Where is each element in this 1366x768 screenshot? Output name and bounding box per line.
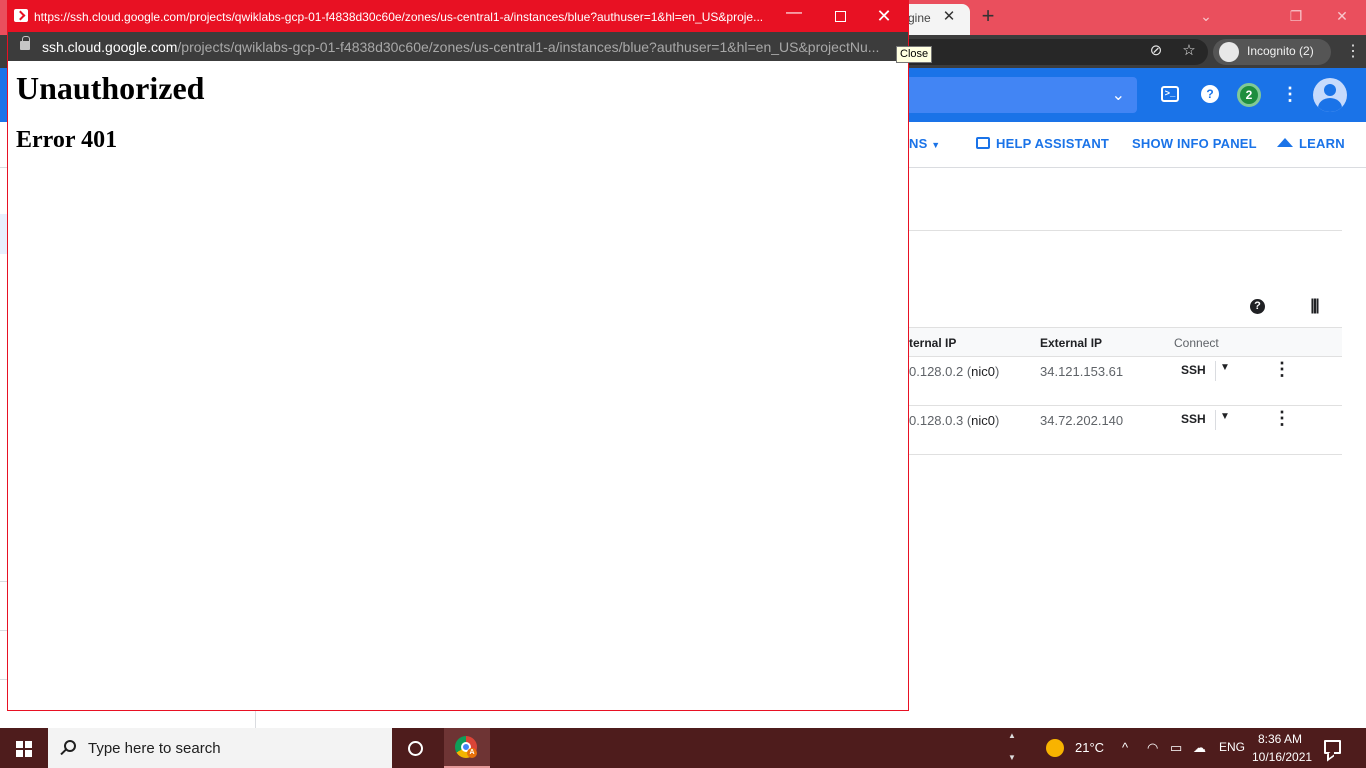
- vm-table: ternal IP External IP Connect 0.128.0.2 …: [909, 327, 1342, 455]
- notification-icon[interactable]: [1324, 740, 1341, 754]
- help-assistant-button[interactable]: HELP ASSISTANT: [976, 136, 1109, 151]
- profile-badge-icon: A: [467, 748, 477, 758]
- eye-off-icon[interactable]: ⊘: [1146, 41, 1166, 61]
- nic-link[interactable]: nic0: [971, 364, 995, 379]
- new-tab-button[interactable]: +: [976, 5, 1000, 29]
- window-close-icon[interactable]: ✕: [1322, 4, 1362, 28]
- chevron-up-icon[interactable]: ^: [1122, 740, 1128, 755]
- action-partial-label: NS: [909, 136, 928, 151]
- more-vert-icon[interactable]: ⋮: [1278, 82, 1302, 106]
- column-display-icon[interactable]: |||: [1305, 297, 1323, 315]
- show-info-panel-button[interactable]: SHOW INFO PANEL: [1132, 136, 1257, 151]
- windows-logo-icon: [16, 741, 32, 757]
- ssh-separator: [1215, 361, 1216, 381]
- clock-time[interactable]: 8:36 AM: [1258, 732, 1302, 746]
- ssh-dropdown-icon[interactable]: ▼: [1220, 411, 1230, 422]
- ssh-dropdown-icon[interactable]: ▼: [1220, 362, 1230, 373]
- ssh-separator: [1215, 410, 1216, 430]
- tab-close-icon[interactable]: ✕: [940, 8, 958, 26]
- content-divider: [909, 230, 1342, 231]
- notifications-badge[interactable]: 2: [1237, 83, 1261, 107]
- nic-link[interactable]: nic0: [971, 413, 995, 428]
- close-tooltip: Close: [896, 46, 933, 63]
- internal-ip-value: 0.128.0.3: [909, 413, 964, 428]
- url-path: /projects/qwiklabs-gcp-01-f4838d30c60e/z…: [177, 39, 880, 55]
- search-placeholder: Type here to search: [88, 740, 221, 757]
- maximize-icon[interactable]: [828, 5, 852, 27]
- chat-icon: [976, 137, 990, 149]
- popup-address-bar: ssh.cloud.google.com/projects/qwiklabs-g…: [8, 32, 908, 61]
- table-header: ternal IP External IP Connect: [909, 327, 1342, 357]
- external-ip: 34.72.202.140: [1040, 413, 1124, 428]
- ssh-button[interactable]: SSH: [1181, 363, 1206, 377]
- taskbar-scroll[interactable]: ▲ ▼: [1003, 728, 1021, 768]
- internal-ip-value: 0.128.0.2: [909, 364, 964, 379]
- chevron-down-icon: ⌄: [1111, 87, 1125, 104]
- help-assistant-label: HELP ASSISTANT: [996, 136, 1110, 151]
- left-nav-rule: [0, 679, 7, 680]
- close-icon[interactable]: ✕: [872, 5, 896, 27]
- help-circle-icon[interactable]: ?: [1250, 299, 1265, 314]
- star-icon[interactable]: ☆: [1179, 41, 1199, 61]
- learn-label: LEARN: [1299, 136, 1345, 151]
- cortana-icon[interactable]: [408, 741, 423, 756]
- popup-url[interactable]: ssh.cloud.google.com/projects/qwiklabs-g…: [42, 39, 887, 55]
- left-nav-highlight: [0, 214, 7, 254]
- weather-sun-icon[interactable]: [1046, 739, 1064, 757]
- action-partial[interactable]: NS ▼: [909, 136, 940, 151]
- battery-icon[interactable]: ▭: [1170, 740, 1182, 756]
- wifi-icon[interactable]: ◠: [1147, 740, 1158, 756]
- chevron-down-icon[interactable]: ⌄: [1186, 4, 1226, 28]
- popup-title-text: https://ssh.cloud.google.com/projects/qw…: [34, 10, 764, 24]
- row-more-icon[interactable]: ⋮: [1273, 409, 1291, 427]
- start-button[interactable]: [0, 728, 48, 768]
- language-indicator[interactable]: ENG: [1219, 740, 1245, 754]
- search-icon: [64, 740, 76, 752]
- help-icon[interactable]: ?: [1201, 85, 1219, 103]
- project-search[interactable]: ⌄: [905, 77, 1137, 113]
- table-row: 0.128.0.3 (nic0) 34.72.202.140 SSH ▼ ⋮: [909, 406, 1342, 455]
- avatar[interactable]: [1313, 78, 1347, 112]
- show-info-panel-label: SHOW INFO PANEL: [1132, 136, 1257, 151]
- th-connect: Connect: [1174, 336, 1219, 350]
- taskbar-search[interactable]: Type here to search: [48, 728, 392, 768]
- ssh-favicon-icon: [14, 9, 28, 22]
- left-nav-rule: [0, 630, 7, 631]
- terminal-icon[interactable]: >_: [1161, 86, 1179, 102]
- th-internal-ip[interactable]: ternal IP: [909, 336, 956, 350]
- avatar-body: [1318, 98, 1342, 112]
- row-more-icon[interactable]: ⋮: [1273, 360, 1291, 378]
- chrome-taskbar-button[interactable]: A: [444, 728, 490, 768]
- cloud-icon[interactable]: ☁: [1193, 740, 1206, 756]
- popup-page: Unauthorized Error 401: [8, 61, 908, 710]
- internal-ip: 0.128.0.2 (nic0): [909, 364, 1000, 379]
- left-nav-rule: [0, 581, 7, 582]
- restore-icon[interactable]: ❐: [1276, 4, 1316, 28]
- th-external-ip[interactable]: External IP: [1040, 336, 1102, 350]
- avatar-head: [1324, 84, 1336, 96]
- incognito-icon: [1219, 42, 1239, 62]
- sidebar-border: [255, 711, 256, 728]
- background-tab-title: gine: [908, 11, 931, 25]
- incognito-label: Incognito (2): [1247, 44, 1314, 58]
- url-host: ssh.cloud.google.com: [42, 39, 178, 55]
- internal-ip: 0.128.0.3 (nic0): [909, 413, 1000, 428]
- error-code: Error 401: [16, 127, 118, 153]
- ssh-button[interactable]: SSH: [1181, 412, 1206, 426]
- caret-down-icon: ▼: [931, 140, 941, 150]
- popup-titlebar[interactable]: https://ssh.cloud.google.com/projects/qw…: [8, 1, 908, 32]
- learn-button[interactable]: LEARN: [1277, 136, 1345, 151]
- ssh-popup-window: https://ssh.cloud.google.com/projects/qw…: [7, 0, 909, 711]
- error-heading: Unauthorized: [16, 70, 205, 106]
- lock-icon[interactable]: [20, 36, 30, 50]
- incognito-chip[interactable]: Incognito (2): [1213, 39, 1331, 65]
- taskbar: Type here to search A ▲ ▼ 21°C ^ ◠ ▭ ☁ EN…: [0, 728, 1366, 768]
- table-row: 0.128.0.2 (nic0) 34.121.153.61 SSH ▼ ⋮: [909, 357, 1342, 406]
- external-ip: 34.121.153.61: [1040, 364, 1124, 379]
- weather-temp[interactable]: 21°C: [1075, 740, 1104, 755]
- browser-menu-icon[interactable]: ⋮: [1345, 42, 1361, 62]
- school-icon: [1277, 138, 1293, 147]
- minimize-icon[interactable]: —: [782, 5, 806, 27]
- clock-date[interactable]: 10/16/2021: [1252, 750, 1312, 764]
